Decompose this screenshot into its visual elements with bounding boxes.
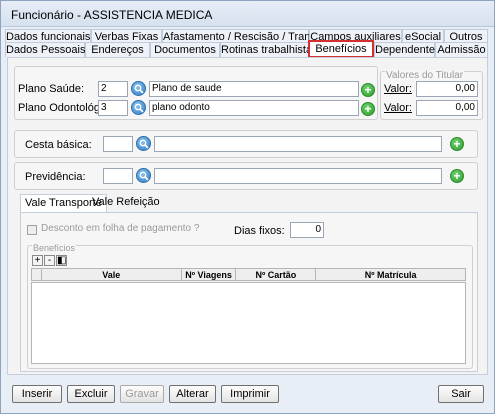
grid-add-button[interactable]: + <box>32 255 43 266</box>
beneficios-panel: Plano Saúde: 2 Plano de saude + Plano Od… <box>7 57 488 375</box>
plus-circle-icon: + <box>364 83 372 97</box>
plus-circle-icon: + <box>364 102 372 116</box>
titular-values-group: Valores do Titular Valor: 0,00 Valor: 0,… <box>380 70 483 120</box>
cesta-basica-label: Cesta básica: <box>25 139 92 151</box>
plano-saude-name-input[interactable]: Plano de saude <box>149 81 359 97</box>
health-plans-group: Plano Saúde: 2 Plano de saude + Plano Od… <box>14 66 378 120</box>
search-icon <box>134 84 144 94</box>
search-icon <box>139 139 149 149</box>
window-title: Funcionário - ASSISTENCIA MEDICA <box>11 8 213 22</box>
gravar-button[interactable]: Gravar <box>120 385 164 403</box>
beneficios-table-body[interactable] <box>31 282 466 364</box>
tab-rotinas-trabalhistas[interactable]: Rotinas trabalhistas <box>220 42 318 57</box>
plano-saude-add-button[interactable]: + <box>361 83 375 97</box>
tab-documentos[interactable]: Documentos <box>150 42 220 57</box>
sair-button[interactable]: Sair <box>438 385 484 403</box>
plus-circle-icon: + <box>453 137 461 151</box>
grid-edit-button[interactable]: ◧ <box>56 255 67 266</box>
previdencia-group: Previdência: + <box>14 162 478 190</box>
previdencia-search-button[interactable] <box>136 168 151 183</box>
plano-saude-search-button[interactable] <box>131 81 146 96</box>
column-num-matricula[interactable]: Nº Matrícula <box>315 268 466 281</box>
beneficios-label: Benefícios <box>32 243 77 253</box>
tab-enderecos[interactable]: Endereços <box>85 42 150 57</box>
titular-group-title: Valores do Titular <box>385 70 465 81</box>
tab-dados-pessoais[interactable]: Dados Pessoais <box>5 42 86 57</box>
dias-fixos-input[interactable]: 0 <box>290 222 324 238</box>
grid-indicator-column <box>31 268 42 281</box>
valor-saude-input[interactable]: 0,00 <box>416 81 478 97</box>
tab-admissao[interactable]: Admissão <box>435 42 488 57</box>
column-num-viagens[interactable]: Nº Viagens <box>180 268 237 281</box>
title-bar: Funcionário - ASSISTENCIA MEDICA <box>1 1 494 27</box>
valor-odonto-input[interactable]: 0,00 <box>416 100 478 116</box>
grid-remove-button[interactable]: - <box>44 255 55 266</box>
plus-circle-icon: + <box>453 169 461 183</box>
plano-odonto-add-button[interactable]: + <box>361 102 375 116</box>
cesta-basica-add-button[interactable]: + <box>450 137 464 151</box>
tab-row-2: Dados Pessoais Endereços Documentos Roti… <box>5 40 492 58</box>
plano-odonto-search-button[interactable] <box>131 100 146 115</box>
beneficios-grid-group: Benefícios + - ◧ Vale Nº Viagens Nº Cart… <box>27 243 473 369</box>
previdencia-name-input[interactable] <box>154 168 442 184</box>
vale-transporte-panel: Desconto em folha de pagamento ? Dias fi… <box>20 212 478 372</box>
previdencia-code-input[interactable] <box>103 168 133 184</box>
cesta-basica-name-input[interactable] <box>154 136 442 152</box>
tab-dependentes[interactable]: Dependentes <box>374 42 440 57</box>
search-icon <box>139 171 149 181</box>
previdencia-label: Previdência: <box>25 171 86 183</box>
desconto-checkbox[interactable] <box>27 225 37 235</box>
column-vale[interactable]: Vale <box>40 268 182 281</box>
plano-saude-label: Plano Saúde: <box>18 83 85 95</box>
inserir-button[interactable]: Inserir <box>12 385 62 403</box>
valor-saude-label: Valor: <box>384 83 412 95</box>
cesta-basica-group: Cesta básica: + <box>14 130 478 158</box>
imprimir-button[interactable]: Imprimir <box>221 385 279 403</box>
valor-odonto-label: Valor: <box>384 102 412 114</box>
previdencia-add-button[interactable]: + <box>450 169 464 183</box>
subtab-vale-refeicao[interactable]: Vale Refeição <box>88 194 164 212</box>
dias-fixos-label: Dias fixos: <box>234 225 285 237</box>
plano-odonto-code-input[interactable]: 3 <box>98 100 128 116</box>
plano-odonto-name-input[interactable]: plano odonto <box>149 100 359 116</box>
cesta-basica-search-button[interactable] <box>136 136 151 151</box>
tab-beneficios[interactable]: Benefícios <box>308 40 374 58</box>
employee-window: Funcionário - ASSISTENCIA MEDICA Dados f… <box>0 0 495 414</box>
desconto-label: Desconto em folha de pagamento ? <box>41 223 200 234</box>
alterar-button[interactable]: Alterar <box>169 385 216 403</box>
search-icon <box>134 103 144 113</box>
cesta-basica-code-input[interactable] <box>103 136 133 152</box>
plano-saude-code-input[interactable]: 2 <box>98 81 128 97</box>
column-num-cartao[interactable]: Nº Cartão <box>235 268 317 281</box>
excluir-button[interactable]: Excluir <box>67 385 115 403</box>
beneficios-table-header: Vale Nº Viagens Nº Cartão Nº Matrícula <box>31 268 466 281</box>
